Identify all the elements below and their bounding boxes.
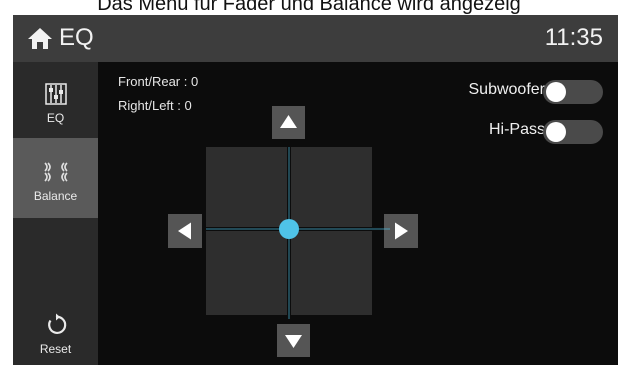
front-rear-readout: Front/Rear : 0 [118, 74, 199, 89]
arrow-down-icon [285, 335, 302, 348]
subwoofer-label: Subwoofer [468, 81, 546, 98]
hi-pass-label: Hi-Pass [488, 121, 545, 138]
sidebar-item-balance[interactable]: Balance [13, 138, 98, 218]
pad-quadrant-rear-left [206, 231, 287, 315]
right-left-readout: Right/Left : 0 [118, 98, 192, 113]
balance-position-marker[interactable] [279, 219, 299, 239]
subwoofer-toggle[interactable] [543, 80, 603, 104]
pad-quadrant-rear-right [291, 231, 372, 315]
pad-quadrant-front-right [291, 147, 372, 227]
rear-arrow-button[interactable] [277, 324, 310, 357]
left-arrow-button[interactable] [168, 214, 202, 248]
toggle-knob [546, 122, 566, 142]
home-icon[interactable] [27, 26, 53, 50]
top-bar: EQ 11:35 [13, 15, 618, 62]
page-title: EQ [59, 24, 94, 51]
sidebar-item-reset[interactable]: Reset [13, 307, 98, 365]
sidebar: EQ Balance Reset [13, 62, 98, 365]
hi-pass-toggle[interactable] [543, 120, 603, 144]
clock: 11:35 [544, 24, 603, 51]
sidebar-item-label: Balance [33, 189, 78, 203]
page-caption: Das Menü für Fader und Balance wird ange… [97, 0, 521, 15]
sidebar-item-eq[interactable]: EQ [13, 62, 98, 138]
arrow-up-icon [280, 115, 297, 128]
arrow-left-icon [178, 222, 191, 240]
sidebar-item-label: Reset [39, 342, 72, 356]
balance-speakers-icon [43, 162, 68, 182]
toggle-knob [546, 82, 566, 102]
balance-pad[interactable] [206, 147, 390, 319]
eq-sliders-icon [44, 83, 67, 105]
head-unit-screen: EQ 11:35 EQ Balance Reset Front/Rear: 0… [13, 15, 618, 365]
balance-panel: Front/Rear : 0 Right/Left : 0 Subwoofer … [98, 62, 618, 365]
pad-quadrant-front-left [206, 147, 287, 227]
front-arrow-button[interactable] [272, 106, 305, 139]
reset-icon [47, 313, 66, 334]
sidebar-item-label: EQ [46, 111, 65, 125]
